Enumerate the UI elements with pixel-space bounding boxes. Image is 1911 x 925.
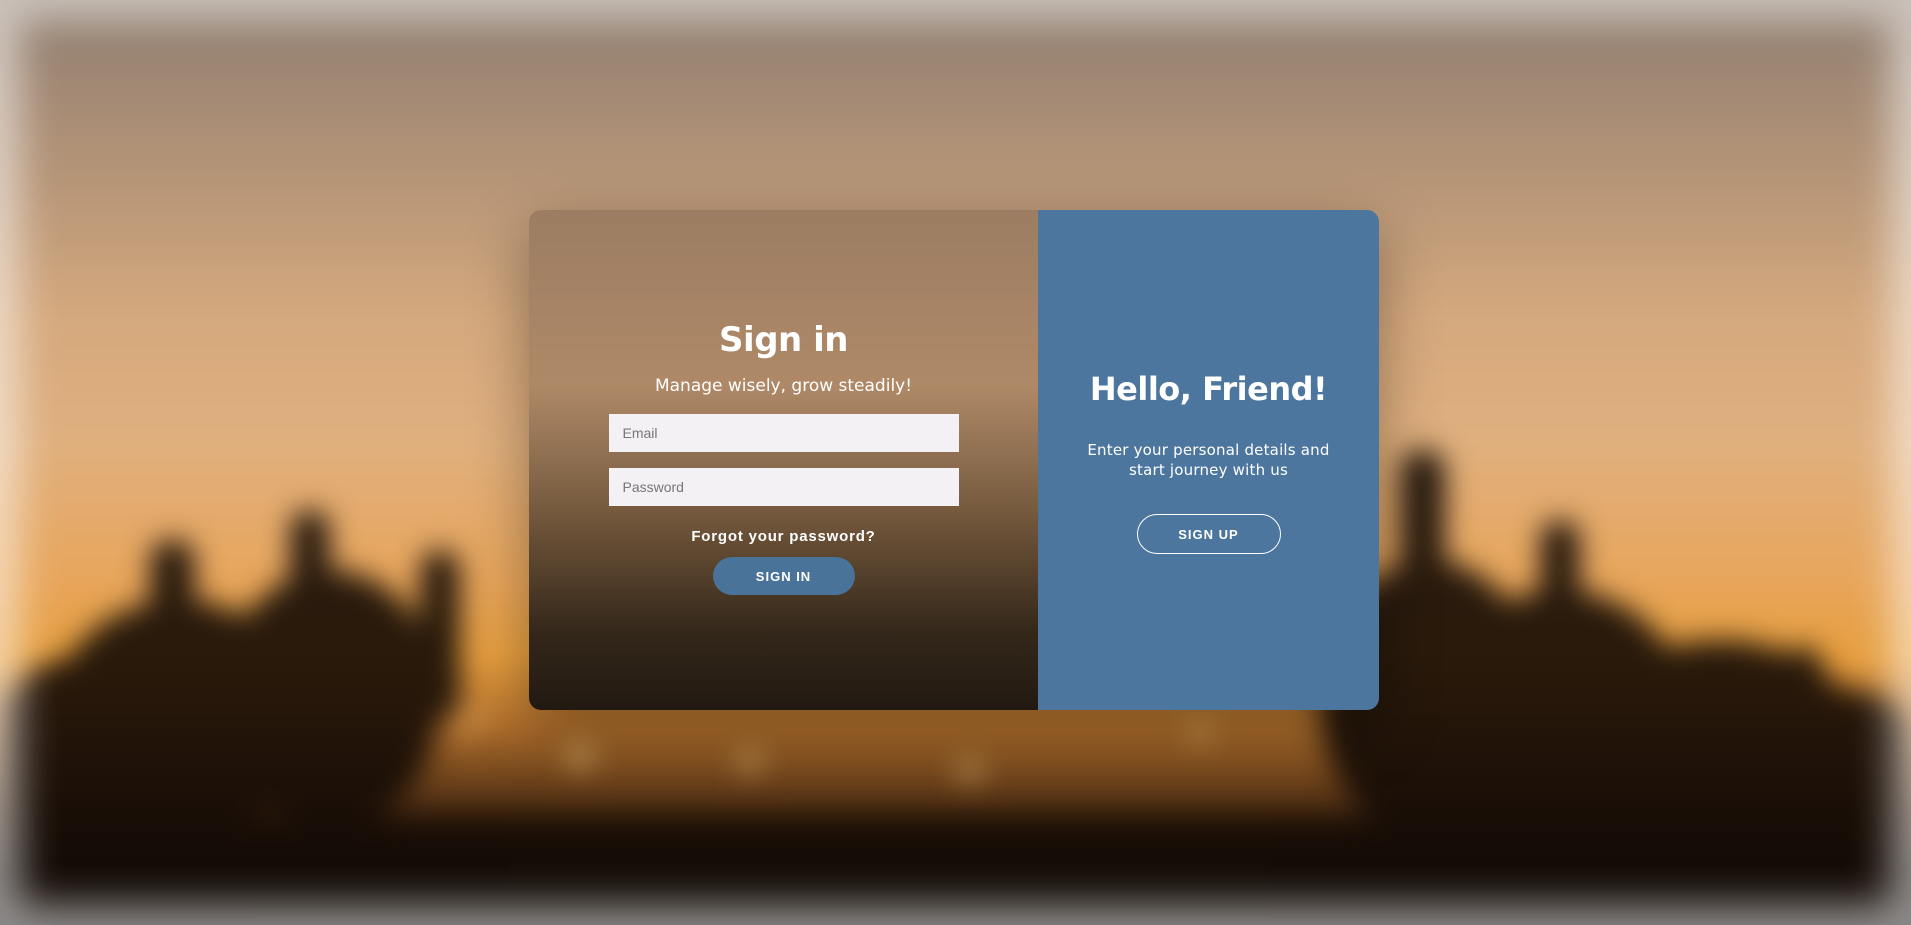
signin-subtitle: Manage wisely, grow steadily!	[654, 376, 913, 396]
overlay-text: Enter your personal details and start jo…	[1087, 441, 1330, 479]
sign-up-button[interactable]: SIGN UP	[1136, 514, 1281, 554]
password-input[interactable]	[608, 468, 959, 506]
email-input[interactable]	[608, 414, 959, 452]
auth-card: Sign in Manage wisely, grow steadily! Fo…	[529, 210, 1379, 710]
sign-in-button[interactable]: SIGN IN	[712, 557, 855, 595]
forgot-password-link[interactable]: Forgot your password?	[691, 528, 875, 545]
signin-panel: Sign in Manage wisely, grow steadily! Fo…	[529, 210, 1038, 710]
overlay-title: Hello, Friend!	[1089, 370, 1328, 408]
signin-title: Sign in	[719, 320, 848, 360]
overlay-panel: Hello, Friend! Enter your personal detai…	[1038, 210, 1379, 710]
